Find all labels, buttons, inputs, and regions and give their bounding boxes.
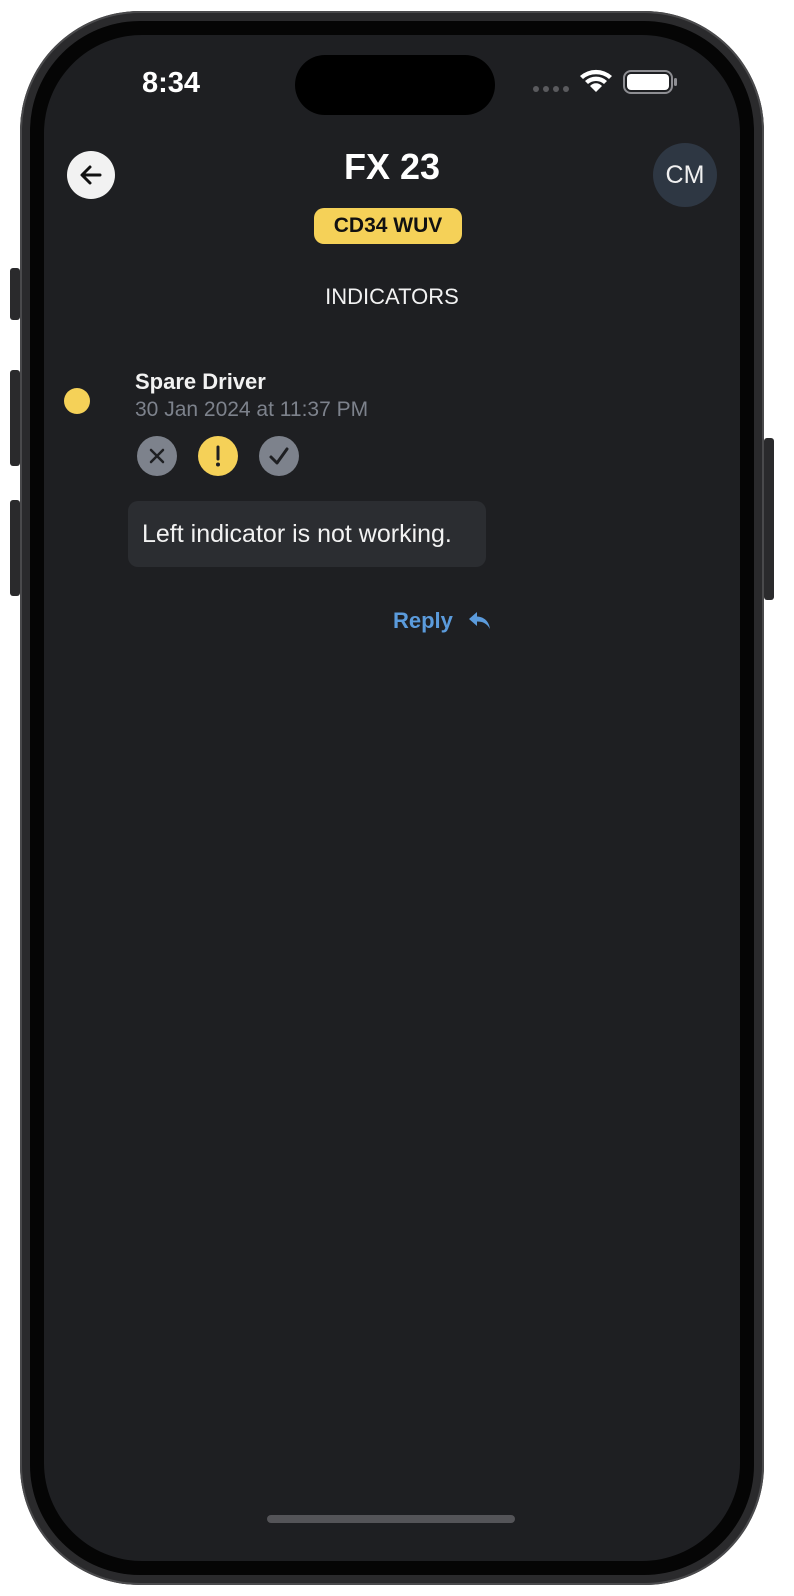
status-fail-button[interactable]	[137, 436, 177, 476]
action-button	[10, 268, 20, 320]
license-plate-badge: CD34 WUV	[314, 208, 462, 244]
status-time: 8:34	[142, 67, 201, 99]
reply-label: Reply	[393, 608, 453, 633]
comment-author: Spare Driver	[135, 369, 266, 394]
avatar[interactable]: CM	[653, 143, 717, 207]
status-warning-button[interactable]	[198, 436, 238, 476]
dynamic-island	[295, 55, 495, 115]
reply-button[interactable]: Reply	[393, 603, 503, 639]
app-screen: 8:34 FX 23 CD34 WUV CM INDICATORS Spare …	[44, 35, 740, 1561]
status-ok-button[interactable]	[259, 436, 299, 476]
wifi-icon	[580, 69, 612, 92]
exclamation-icon	[216, 445, 220, 467]
signal-icon	[533, 86, 569, 92]
check-icon	[269, 447, 289, 465]
comment-timestamp: 30 Jan 2024 at 11:37 PM	[135, 398, 369, 421]
comment-message: Left indicator is not working.	[128, 501, 486, 567]
battery-icon	[623, 70, 677, 94]
reply-icon	[468, 612, 490, 629]
volume-up-button	[10, 370, 20, 466]
section-title: INDICATORS	[325, 284, 459, 309]
status-icons	[532, 69, 682, 95]
status-dot	[64, 388, 90, 414]
page-title: FX 23	[343, 146, 441, 187]
home-indicator	[267, 1515, 515, 1523]
close-icon	[149, 448, 165, 464]
power-button	[764, 438, 774, 600]
volume-down-button	[10, 500, 20, 596]
